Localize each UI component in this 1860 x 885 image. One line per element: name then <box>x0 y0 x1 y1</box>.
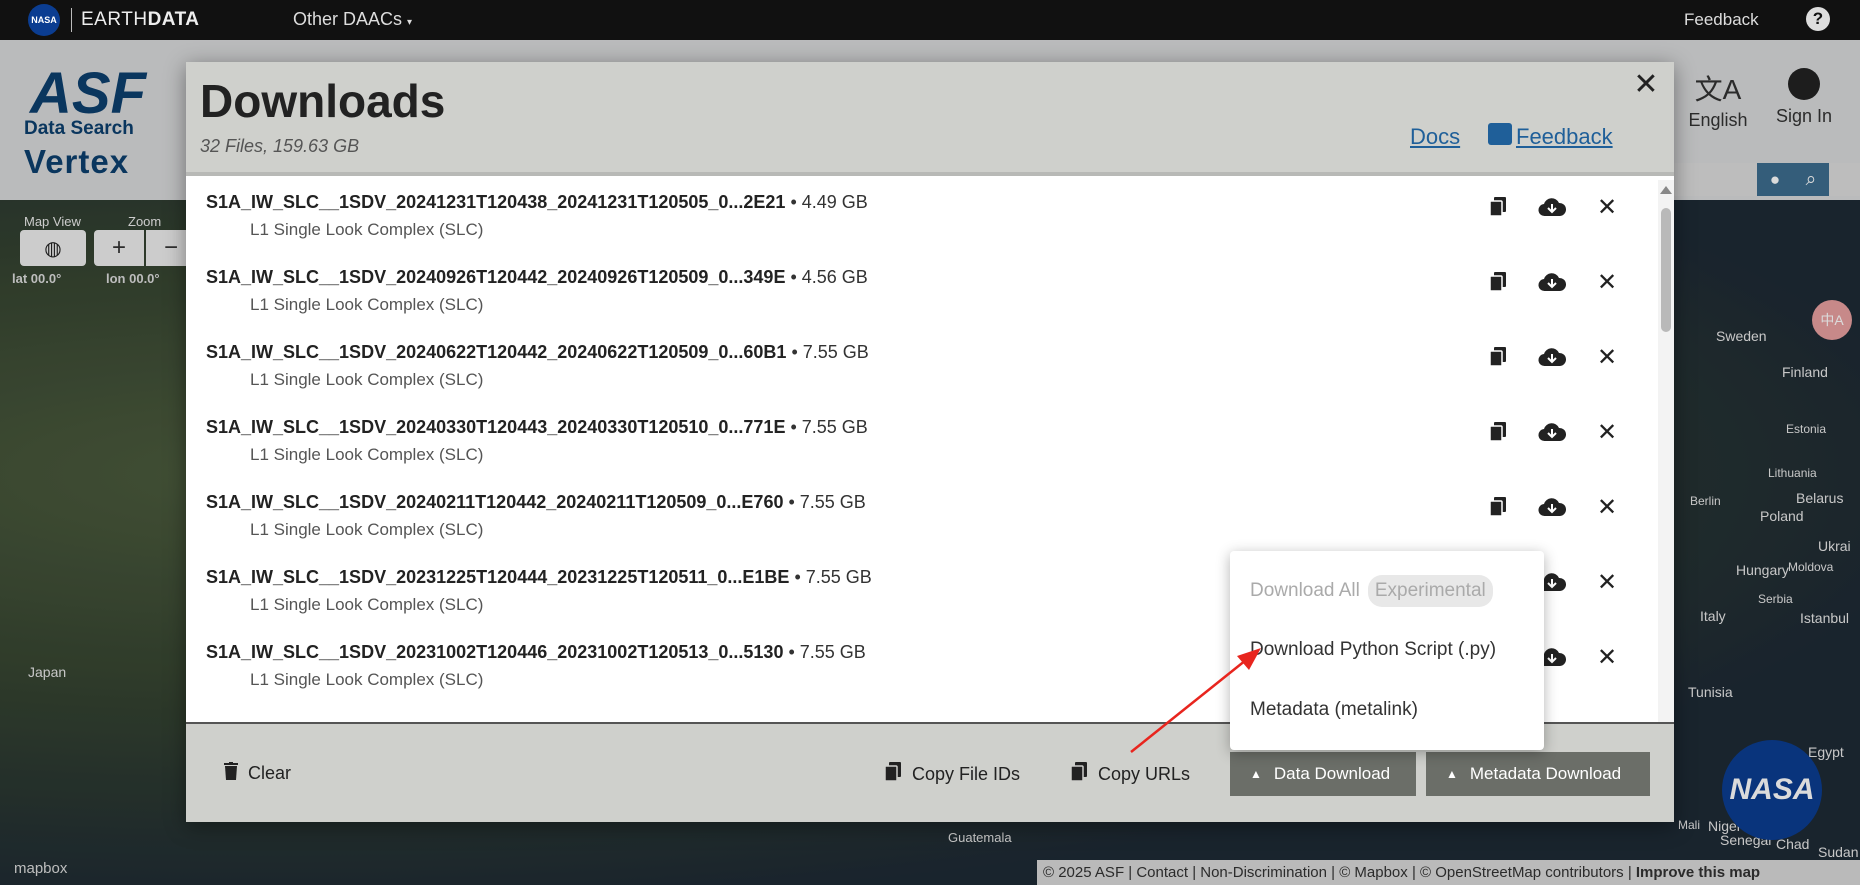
file-product-type: L1 Single Look Complex (SLC) <box>250 520 484 539</box>
file-name: S1A_IW_SLC__1SDV_20240622T120442_2024062… <box>206 342 869 363</box>
file-name: S1A_IW_SLC__1SDV_20241231T120438_2024123… <box>206 192 868 213</box>
caret-up-icon: ▲ <box>1446 767 1458 781</box>
file-product-type: L1 Single Look Complex (SLC) <box>250 220 484 239</box>
topbar-divider <box>71 8 72 32</box>
close-icon[interactable]: ✕ <box>1630 68 1662 101</box>
file-name-text: S1A_IW_SLC__1SDV_20240211T120442_2024021… <box>206 492 784 512</box>
file-name-text: S1A_IW_SLC__1SDV_20240330T120443_2024033… <box>206 417 786 437</box>
file-row: S1A_IW_SLC__1SDV_20240330T120443_2024033… <box>186 405 1656 480</box>
caret-down-icon: ▾ <box>407 17 413 28</box>
trash-icon <box>224 762 238 785</box>
scrollbar-thumb[interactable] <box>1661 208 1671 332</box>
file-name: S1A_IW_SLC__1SDV_20240211T120442_2024021… <box>206 492 866 513</box>
cloud-download-icon[interactable] <box>1537 492 1567 522</box>
file-row: S1A_IW_SLC__1SDV_20240211T120442_2024021… <box>186 480 1656 555</box>
file-size: • 7.55 GB <box>783 642 866 662</box>
dialog-title: Downloads <box>200 75 446 127</box>
file-product-type: L1 Single Look Complex (SLC) <box>250 370 484 389</box>
earthdata-logo-data: DATA <box>147 9 200 30</box>
remove-file-icon[interactable]: ✕ <box>1592 492 1622 522</box>
data-download-label: Data Download <box>1273 764 1391 783</box>
file-count-summary: 32 Files, 159.63 GB <box>200 136 360 156</box>
other-daacs-label: Other DAACs <box>293 9 403 29</box>
file-size: • 4.49 GB <box>785 192 868 212</box>
copy-icon[interactable] <box>1483 267 1513 297</box>
help-icon[interactable]: ? <box>1806 7 1830 31</box>
remove-file-icon[interactable]: ✕ <box>1592 267 1622 297</box>
metadata-download-button[interactable]: ▲ Metadata Download <box>1426 752 1650 796</box>
file-row: S1A_IW_SLC__1SDV_20240926T120442_2024092… <box>186 255 1656 330</box>
dialog-feedback-link[interactable]: Feedback <box>1488 118 1613 150</box>
earthdata-topbar: NASA EARTHDATA Other DAACs ▾ Feedback ? <box>0 0 1860 40</box>
docs-link[interactable]: Docs <box>1410 124 1460 150</box>
remove-file-icon[interactable]: ✕ <box>1592 417 1622 447</box>
dialog-feedback-label: Feedback <box>1516 124 1613 149</box>
file-size: • 4.56 GB <box>785 267 868 287</box>
cloud-download-icon[interactable] <box>1537 267 1567 297</box>
copy-icon[interactable] <box>1483 417 1513 447</box>
file-product-type: L1 Single Look Complex (SLC) <box>250 670 484 689</box>
copy-urls-label: Copy URLs <box>1098 764 1191 784</box>
file-name: S1A_IW_SLC__1SDV_20231002T120446_2023100… <box>206 642 866 663</box>
file-product-type: L1 Single Look Complex (SLC) <box>250 445 484 464</box>
cloud-download-icon[interactable] <box>1537 192 1567 222</box>
annotation-arrow-icon <box>1130 648 1261 753</box>
remove-file-icon[interactable]: ✕ <box>1592 567 1622 597</box>
nasa-logo-text: NASA <box>31 15 57 25</box>
file-size: • 7.55 GB <box>789 567 872 587</box>
file-name-text: S1A_IW_SLC__1SDV_20240926T120442_2024092… <box>206 267 786 287</box>
earthdata-logo-earth: EARTH <box>81 9 148 30</box>
copy-file-ids-label: Copy File IDs <box>912 764 1021 784</box>
nasa-logo-icon[interactable]: NASA <box>28 4 60 36</box>
file-name: S1A_IW_SLC__1SDV_20240926T120442_2024092… <box>206 267 868 288</box>
experimental-badge: Experimental <box>1367 575 1493 607</box>
download-all-item: Download All Experimental <box>1250 575 1493 607</box>
metadata-download-label: Metadata Download <box>1469 764 1622 783</box>
file-size: • 7.55 GB <box>785 417 868 437</box>
metadata-metalink-item[interactable]: Metadata (metalink) <box>1250 699 1418 721</box>
download-python-script-item[interactable]: Download Python Script (.py) <box>1250 639 1496 661</box>
data-download-menu: Download All Experimental Download Python… <box>1230 551 1544 750</box>
clear-button[interactable]: Clear <box>224 762 291 785</box>
remove-file-icon[interactable]: ✕ <box>1592 192 1622 222</box>
scroll-up-icon[interactable] <box>1660 186 1672 194</box>
file-name-text: S1A_IW_SLC__1SDV_20240622T120442_2024062… <box>206 342 787 362</box>
file-name-text: S1A_IW_SLC__1SDV_20231225T120444_2023122… <box>206 567 790 587</box>
cloud-download-icon[interactable] <box>1537 417 1567 447</box>
download-all-label: Download All <box>1250 580 1360 601</box>
copy-file-ids-button[interactable]: Copy File IDs <box>884 762 1020 787</box>
clear-label: Clear <box>248 763 292 783</box>
copy-icon[interactable] <box>1483 342 1513 372</box>
dialog-header: Downloads 32 Files, 159.63 GB Docs Feedb… <box>186 62 1674 176</box>
other-daacs-menu[interactable]: Other DAACs ▾ <box>293 9 412 30</box>
topbar-feedback-link[interactable]: Feedback <box>1684 10 1759 30</box>
copy-icon[interactable] <box>1483 192 1513 222</box>
file-name: S1A_IW_SLC__1SDV_20231225T120444_2023122… <box>206 567 872 588</box>
copy-icon <box>884 762 902 787</box>
remove-file-icon[interactable]: ✕ <box>1592 642 1622 672</box>
file-size: • 7.55 GB <box>783 492 866 512</box>
remove-file-icon[interactable]: ✕ <box>1592 342 1622 372</box>
file-product-type: L1 Single Look Complex (SLC) <box>250 595 484 614</box>
earthdata-logo[interactable]: EARTHDATA <box>81 9 200 31</box>
file-name-text: S1A_IW_SLC__1SDV_20241231T120438_2024123… <box>206 192 786 212</box>
copy-icon[interactable] <box>1483 492 1513 522</box>
file-name: S1A_IW_SLC__1SDV_20240330T120443_2024033… <box>206 417 868 438</box>
copy-icon <box>1070 762 1088 787</box>
file-row: S1A_IW_SLC__1SDV_20241231T120438_2024123… <box>186 180 1656 255</box>
file-size: • 7.55 GB <box>786 342 869 362</box>
file-product-type: L1 Single Look Complex (SLC) <box>250 295 484 314</box>
copy-urls-button[interactable]: Copy URLs <box>1070 762 1190 787</box>
file-name-text: S1A_IW_SLC__1SDV_20231002T120446_2023100… <box>206 642 784 662</box>
cloud-download-icon[interactable] <box>1537 342 1567 372</box>
feedback-icon <box>1488 123 1512 145</box>
file-row: S1A_IW_SLC__1SDV_20240622T120442_2024062… <box>186 330 1656 405</box>
caret-up-icon: ▲ <box>1250 767 1262 781</box>
